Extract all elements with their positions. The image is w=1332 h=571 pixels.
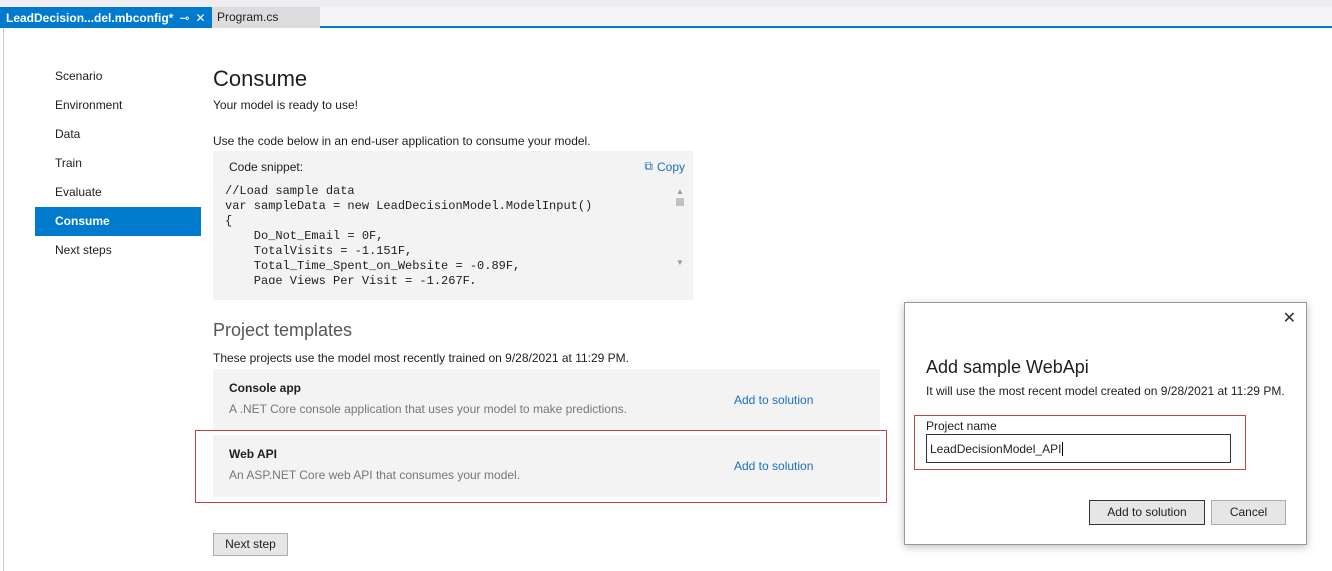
tab-program-cs[interactable]: Program.cs — [212, 7, 320, 28]
copy-label: Copy — [656, 159, 685, 174]
template-console-app: Console app A .NET Core console applicat… — [213, 369, 880, 431]
title-strip — [0, 0, 1332, 7]
close-icon[interactable]: ✕ — [1283, 308, 1296, 328]
next-step-button[interactable]: Next step — [213, 533, 288, 556]
copy-icon: ⧉ — [644, 159, 653, 173]
add-console-app-link[interactable]: Add to solution — [734, 393, 813, 407]
scroll-down-icon[interactable]: ▼ — [675, 258, 685, 267]
page-title: Consume — [213, 66, 308, 91]
nav-item-next-steps[interactable]: Next steps — [35, 236, 201, 265]
subtitle: Your model is ready to use! — [213, 98, 358, 112]
template-desc: A .NET Core console application that use… — [229, 402, 627, 416]
text-cursor — [1062, 442, 1064, 456]
nav-item-data[interactable]: Data — [35, 120, 201, 149]
tab-mbconfig[interactable]: LeadDecision...del.mbconfig* ⊸ ✕ — [0, 7, 212, 28]
copy-button[interactable]: ⧉ Copy — [644, 159, 685, 174]
scroll-up-icon[interactable]: ▲ — [675, 187, 685, 196]
add-webapi-dialog: ✕ Add sample WebApi It will use the most… — [904, 302, 1307, 545]
pin-icon[interactable]: ⊸ — [179, 11, 189, 25]
close-icon[interactable]: ✕ — [195, 11, 205, 25]
project-name-label: Project name — [926, 419, 997, 433]
project-name-value: LeadDecisionModel_API — [930, 442, 1062, 456]
nav-item-environment[interactable]: Environment — [35, 91, 201, 120]
scroll-thumb[interactable] — [676, 198, 684, 206]
code-snippet-label: Code snippet: — [229, 160, 304, 174]
divider — [3, 28, 4, 571]
project-name-input[interactable]: LeadDecisionModel_API — [926, 434, 1231, 463]
cancel-button[interactable]: Cancel — [1211, 500, 1286, 525]
document-tab-bar: LeadDecision...del.mbconfig* ⊸ ✕ Program… — [0, 7, 1332, 28]
tab-label: Program.cs — [217, 10, 279, 24]
step-nav: Scenario Environment Data Train Evaluate… — [35, 62, 201, 265]
dialog-title: Add sample WebApi — [926, 357, 1089, 377]
highlight-box — [195, 430, 887, 503]
nav-item-evaluate[interactable]: Evaluate — [35, 178, 201, 207]
code-text[interactable]: //Load sample data var sampleData = new … — [225, 184, 675, 284]
templates-heading: Project templates — [213, 320, 353, 340]
nav-item-scenario[interactable]: Scenario — [35, 62, 201, 91]
tab-label: LeadDecision...del.mbconfig* — [6, 10, 174, 25]
instructions: Use the code below in an end-user applic… — [213, 134, 591, 148]
add-to-solution-button[interactable]: Add to solution — [1089, 500, 1205, 525]
code-scrollbar[interactable]: ▲ ▼ — [675, 187, 685, 267]
code-snippet-panel: Code snippet: ⧉ Copy //Load sample data v… — [213, 151, 693, 300]
nav-item-consume[interactable]: Consume — [35, 207, 201, 236]
dialog-desc: It will use the most recent model create… — [926, 384, 1285, 398]
templates-desc: These projects use the model most recent… — [213, 351, 630, 365]
template-title: Console app — [229, 381, 302, 395]
nav-item-train[interactable]: Train — [35, 149, 201, 178]
